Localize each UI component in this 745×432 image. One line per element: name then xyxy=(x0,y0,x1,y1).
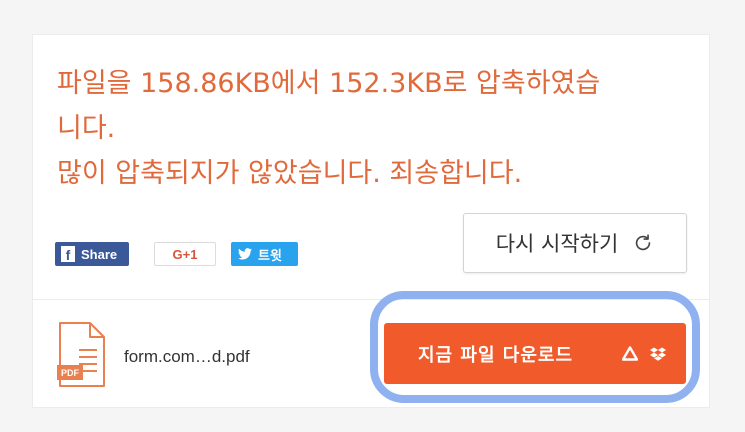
dropbox-icon[interactable] xyxy=(650,346,666,362)
google-drive-icon[interactable] xyxy=(622,345,638,362)
google-plus-button[interactable]: G+1 xyxy=(154,242,216,266)
restart-button[interactable]: 다시 시작하기 xyxy=(463,213,687,273)
google-plus-label: G+1 xyxy=(172,246,198,262)
restart-label: 다시 시작하기 xyxy=(495,232,619,256)
facebook-icon: f xyxy=(61,246,75,262)
download-label: 지금 파일 다운로드 xyxy=(418,344,574,366)
message-line-2: 니다. xyxy=(57,113,116,144)
message-line-1: 파일을 158.86KB에서 152.3KB로 압축하였습 xyxy=(57,68,601,99)
facebook-share-button[interactable]: f Share xyxy=(55,242,129,266)
result-card: 파일을 158.86KB에서 152.3KB로 압축하였습 니다. 많이 압축되… xyxy=(32,34,710,408)
file-name: form.com…d.pdf xyxy=(124,347,250,366)
pdf-icon-label: PDF xyxy=(61,367,79,378)
refresh-icon xyxy=(636,234,651,251)
file-row: PDF form.com…d.pdf 지금 파일 다운로드 xyxy=(33,300,709,408)
twitter-share-button[interactable]: 트윗 xyxy=(231,242,298,266)
twitter-icon xyxy=(238,248,252,260)
facebook-share-label: Share xyxy=(81,246,118,262)
message-line-3: 많이 압축되지가 않았습니다. 죄송합니다. xyxy=(57,158,523,189)
download-button[interactable]: 지금 파일 다운로드 xyxy=(384,323,686,384)
compression-message: 파일을 158.86KB에서 152.3KB로 압축하였습 니다. 많이 압축되… xyxy=(57,61,687,196)
share-buttons: f Share G+1 트윗 xyxy=(55,242,298,268)
cloud-icons xyxy=(622,345,666,362)
twitter-share-label: 트윗 xyxy=(258,247,282,263)
